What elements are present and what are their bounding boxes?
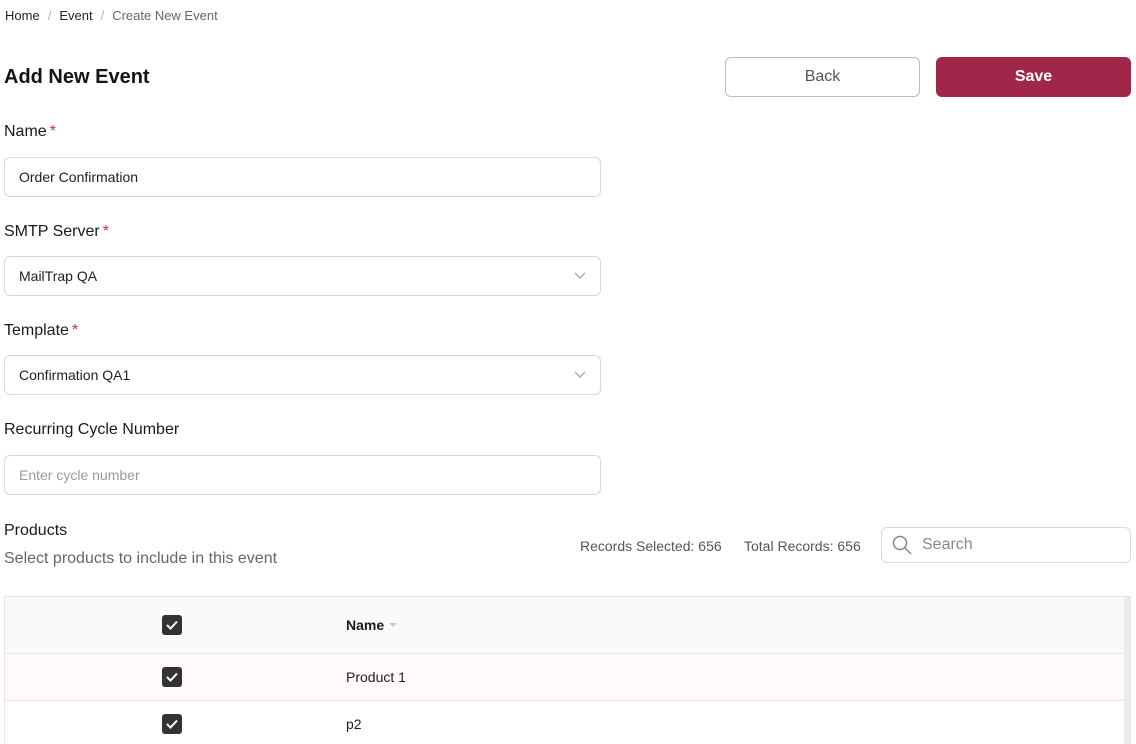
template-selected-value: Confirmation QA1 bbox=[19, 367, 131, 383]
chevron-down-icon bbox=[574, 270, 586, 282]
row-name-cell: p2 bbox=[346, 716, 362, 732]
checkmark-icon bbox=[166, 672, 178, 682]
cycle-label: Recurring Cycle Number bbox=[4, 421, 180, 438]
records-selected: Records Selected: 656 bbox=[580, 538, 722, 554]
select-all-checkbox[interactable] bbox=[162, 615, 182, 635]
table-row[interactable]: p2 bbox=[5, 701, 1130, 744]
required-mark: * bbox=[102, 223, 109, 240]
template-label-text: Template bbox=[4, 322, 69, 339]
row-checkbox[interactable] bbox=[162, 714, 182, 734]
column-header-name[interactable]: Name bbox=[346, 617, 398, 633]
total-records: Total Records: 656 bbox=[744, 538, 861, 554]
smtp-select[interactable]: MailTrap QA bbox=[4, 256, 601, 296]
products-subtitle: Select products to include in this event bbox=[4, 550, 278, 567]
smtp-label: SMTP Server * bbox=[4, 223, 109, 241]
template-label: Template * bbox=[4, 322, 78, 340]
search-icon bbox=[892, 535, 912, 555]
name-input[interactable] bbox=[19, 169, 586, 185]
add-event-page: Home / Event / Create New Event Add New … bbox=[0, 0, 1136, 744]
breadcrumb-home[interactable]: Home bbox=[5, 8, 40, 23]
back-button[interactable]: Back bbox=[725, 57, 920, 97]
name-label: Name * bbox=[4, 123, 56, 141]
checkmark-icon bbox=[166, 719, 178, 729]
smtp-label-text: SMTP Server bbox=[4, 223, 100, 240]
breadcrumb-event[interactable]: Event bbox=[59, 8, 92, 23]
chevron-down-icon bbox=[574, 369, 586, 381]
checkmark-icon bbox=[166, 620, 178, 630]
page-title: Add New Event bbox=[4, 66, 150, 88]
sort-down-icon bbox=[388, 622, 398, 628]
column-header-name-label: Name bbox=[346, 617, 385, 633]
smtp-selected-value: MailTrap QA bbox=[19, 268, 98, 284]
template-select[interactable]: Confirmation QA1 bbox=[4, 355, 601, 395]
table-header: Name bbox=[5, 597, 1130, 654]
breadcrumb-separator: / bbox=[100, 8, 105, 23]
row-name-cell: Product 1 bbox=[346, 669, 406, 685]
cycle-input[interactable] bbox=[19, 467, 586, 483]
row-checkbox[interactable] bbox=[162, 667, 182, 687]
cycle-field[interactable] bbox=[4, 455, 601, 495]
products-title: Products bbox=[4, 522, 68, 539]
breadcrumb-separator: / bbox=[47, 8, 52, 23]
search-box[interactable] bbox=[881, 527, 1131, 563]
required-mark: * bbox=[49, 123, 56, 140]
breadcrumb-current: Create New Event bbox=[112, 8, 218, 23]
name-field[interactable] bbox=[4, 157, 601, 197]
save-button[interactable]: Save bbox=[936, 57, 1131, 97]
table-row[interactable]: Product 1 bbox=[5, 654, 1130, 701]
search-input[interactable] bbox=[922, 536, 1129, 554]
table-scrollbar[interactable] bbox=[1124, 597, 1130, 744]
products-table: Name Product 1 p2 bbox=[4, 596, 1131, 744]
required-mark: * bbox=[71, 322, 79, 339]
name-label-text: Name bbox=[4, 123, 47, 140]
breadcrumb: Home / Event / Create New Event bbox=[5, 8, 218, 23]
